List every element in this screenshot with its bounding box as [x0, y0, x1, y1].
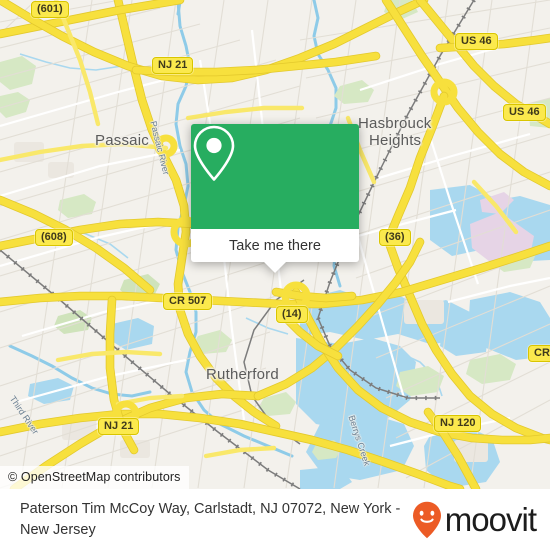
moovit-smiley-pin-icon — [412, 501, 441, 538]
shield-601[interactable]: (601) — [31, 1, 69, 18]
popup-image-area — [191, 124, 359, 229]
shield-cr[interactable]: CR — [528, 345, 550, 362]
shield-nj-21-north[interactable]: NJ 21 — [152, 57, 194, 74]
popup-tail — [264, 262, 286, 273]
location-pin-icon — [193, 125, 235, 181]
shield-us-46-north[interactable]: US 46 — [455, 33, 498, 50]
shield-36[interactable]: (36) — [379, 229, 411, 246]
moovit-logo[interactable]: moovit — [412, 501, 550, 539]
address-label: Paterson Tim McCoy Way, Carlstadt, NJ 07… — [20, 500, 401, 538]
map-screenshot: .w { fill:#a9d8ef; } .wl { stroke:#8ecbe… — [0, 0, 550, 550]
shield-us-46-east[interactable]: US 46 — [503, 104, 546, 121]
map-canvas[interactable]: .w { fill:#a9d8ef; } .wl { stroke:#8ecbe… — [0, 0, 550, 489]
location-popup[interactable]: Take me there — [191, 124, 359, 273]
shield-14[interactable]: (14) — [276, 306, 308, 323]
osm-attribution[interactable]: © OpenStreetMap contributors — [0, 466, 189, 489]
shield-nj-21-south[interactable]: NJ 21 — [98, 418, 140, 435]
shield-cr-507[interactable]: CR 507 — [163, 293, 213, 310]
moovit-wordmark: moovit — [444, 501, 537, 538]
shield-nj-120[interactable]: NJ 120 — [434, 415, 482, 432]
take-me-there-button[interactable]: Take me there — [191, 229, 359, 262]
footer-bar: Paterson Tim McCoy Way, Carlstadt, NJ 07… — [0, 489, 550, 550]
take-me-there-label: Take me there — [229, 237, 321, 254]
shield-608[interactable]: (608) — [35, 229, 73, 246]
